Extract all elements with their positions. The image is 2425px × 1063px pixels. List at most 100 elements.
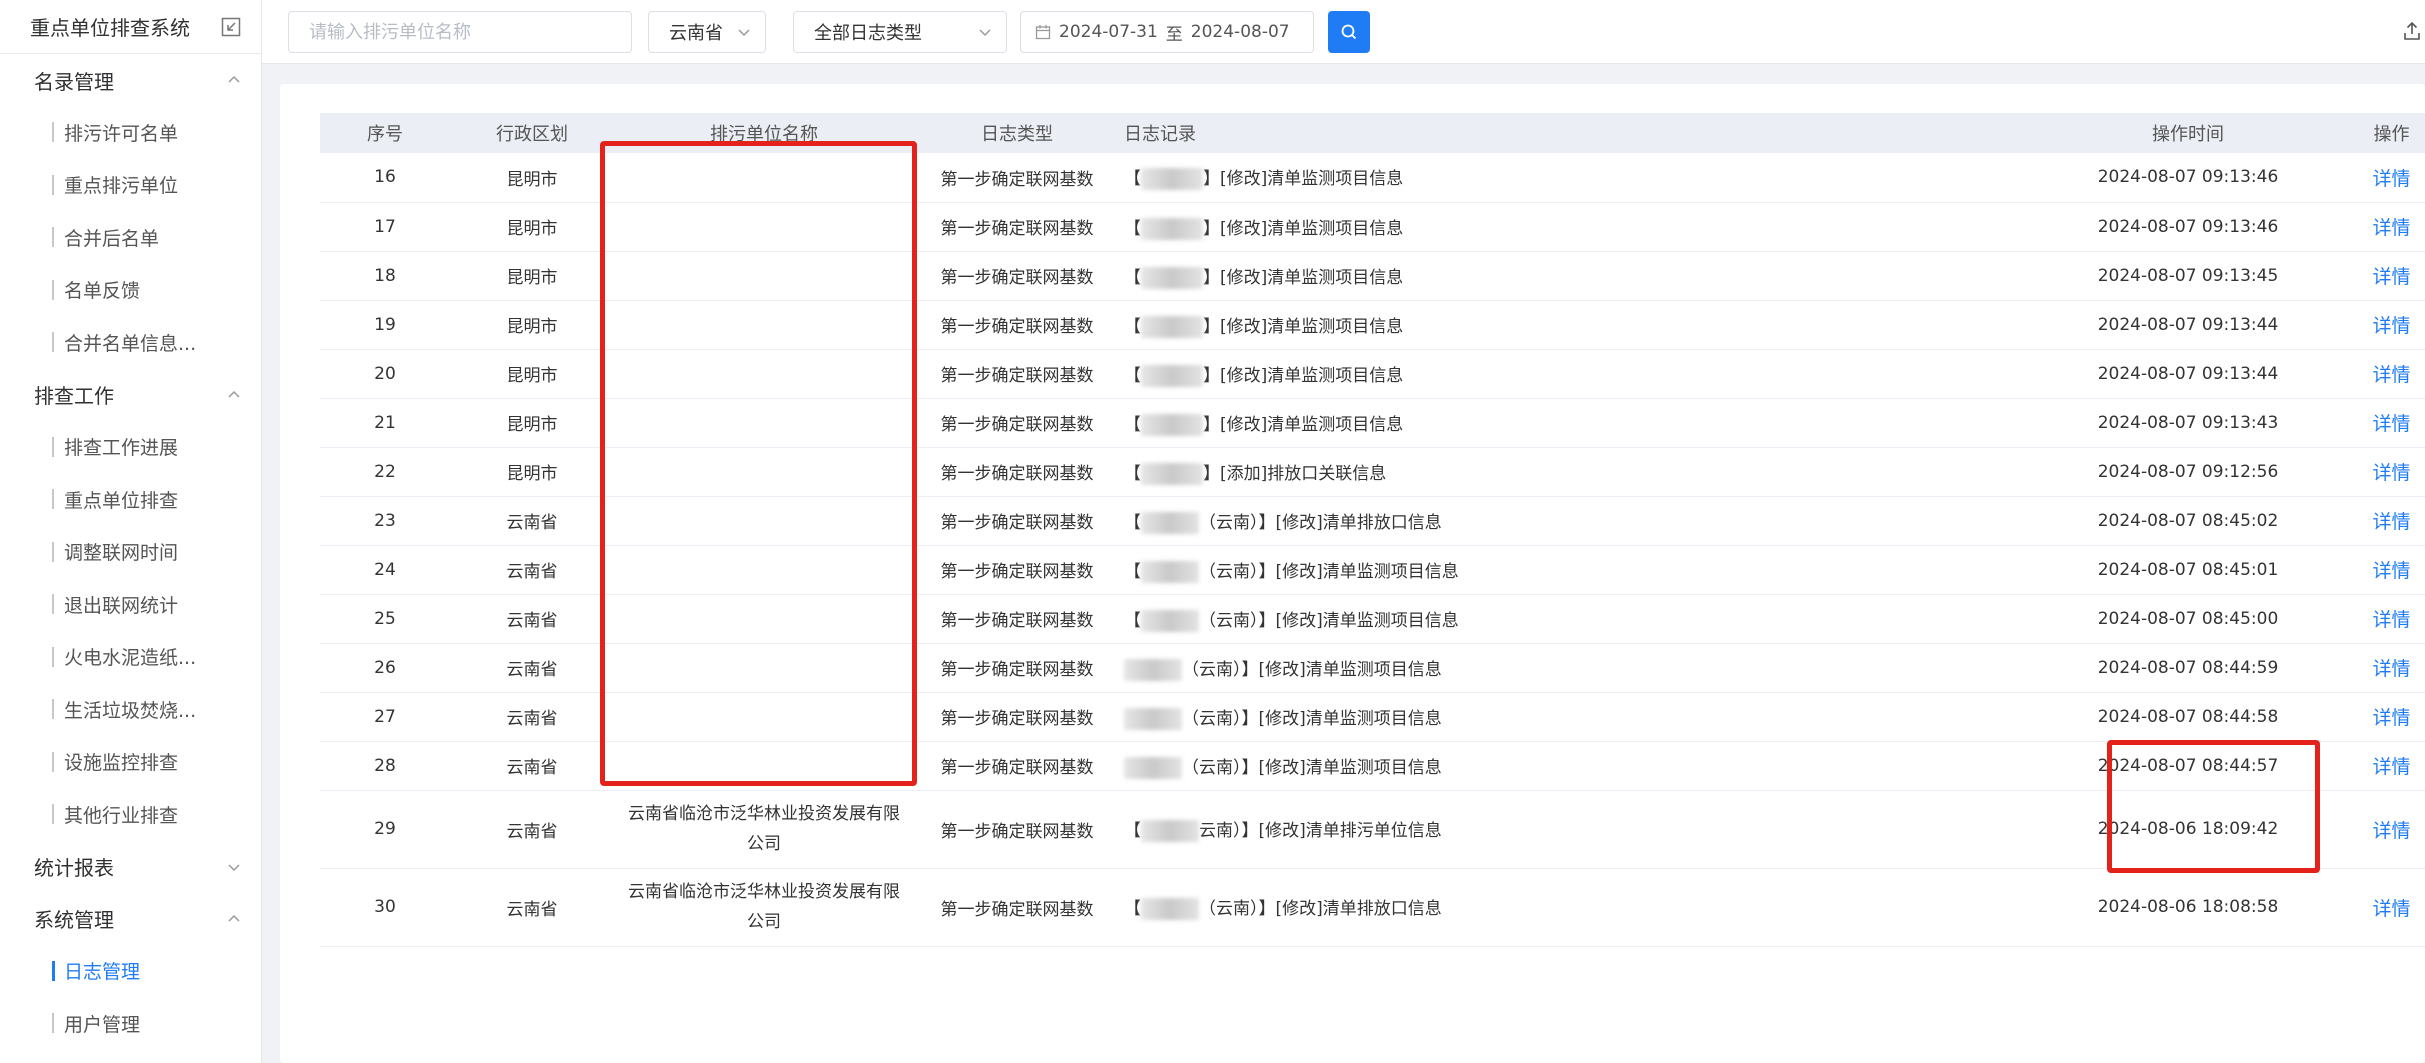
sidebar-item-1-0[interactable]: 排查工作进展	[0, 421, 261, 474]
sidebar-section-0[interactable]: 名录管理	[0, 54, 261, 106]
cell-time: 2024-08-07 08:44:59	[2018, 643, 2358, 693]
log-type-select[interactable]: 全部日志类型	[793, 11, 1007, 53]
log-table: 序号 行政区划 排污单位名称 日志类型 日志记录 操作时间 操作 16 昆明市 第一…	[320, 113, 2425, 947]
record-close: （云南）】	[1182, 708, 1259, 729]
record-suffix: [修改]清单监测项目信息	[1258, 708, 1442, 729]
detail-link[interactable]: 详情	[2372, 609, 2410, 631]
sidebar-item-1-4[interactable]: 火电水泥造纸...	[0, 631, 261, 684]
region-select[interactable]: 云南省	[648, 11, 766, 53]
search-button[interactable]	[1328, 11, 1370, 53]
cell-action: 详情	[2358, 643, 2425, 693]
detail-link[interactable]: 详情	[2372, 560, 2410, 582]
sidebar-item-0-1[interactable]: 重点排污单位	[0, 159, 261, 212]
cell-region: 云南省	[450, 496, 614, 546]
search-icon	[1341, 24, 1357, 40]
table-row: 23 云南省 第一步确定联网基数【 （云南）】[修改]清单排放口信息 2024-08-0…	[320, 496, 2425, 546]
detail-link[interactable]: 详情	[2372, 511, 2410, 533]
record-suffix: [修改]清单排放口信息	[1275, 899, 1442, 919]
chevron-down-icon	[738, 29, 750, 37]
record-suffix: [修改]清单监测项目信息	[1220, 169, 1404, 190]
sidebar-item-1-5[interactable]: 生活垃圾焚烧...	[0, 683, 261, 736]
redacted-text	[1141, 364, 1203, 387]
sidebar-item-0-0[interactable]: 排污许可名单	[0, 106, 261, 159]
cell-log-type: 第一步确定联网基数	[914, 545, 1120, 595]
detail-link[interactable]: 详情	[2372, 364, 2410, 386]
cell-no: 27	[320, 692, 450, 742]
detail-link[interactable]: 详情	[2372, 266, 2410, 288]
record-open: 【	[1124, 169, 1141, 190]
record-open: 【	[1124, 414, 1141, 435]
sidebar-section-3[interactable]: 系统管理	[0, 893, 261, 945]
redacted-text	[1141, 168, 1203, 191]
redacted-text	[1141, 560, 1199, 583]
sidebar-section-1[interactable]: 排查工作	[0, 369, 261, 421]
sidebar: 重点单位排查系统 名录管理 排污许可名单 重点排污单位 合并后名单 名单反馈 合并名单信息…	[0, 0, 262, 1063]
table-row: 18 昆明市 第一步确定联网基数【 】[修改]清单监测项目信息 2024-08-07 0…	[320, 251, 2425, 301]
region-select-value: 云南省	[669, 23, 723, 44]
sidebar-item-3-1[interactable]: 用户管理	[0, 997, 261, 1050]
cell-unit-name	[614, 545, 914, 595]
detail-link[interactable]: 详情	[2372, 168, 2410, 190]
cell-region: 云南省	[450, 692, 614, 742]
detail-link[interactable]: 详情	[2372, 820, 2410, 842]
sidebar-item-1-1[interactable]: 重点单位排查	[0, 473, 261, 526]
table-row: 21 昆明市 第一步确定联网基数【 】[修改]清单监测项目信息 2024-08-07 0…	[320, 398, 2425, 448]
cell-log-record: 【 云南）】[修改]清单排污单位信息	[1120, 790, 2018, 869]
record-open: 【	[1124, 561, 1141, 582]
chevron-down-icon	[979, 29, 991, 37]
cell-time: 2024-08-07 08:44:57	[2018, 741, 2358, 791]
cell-action: 详情	[2358, 349, 2425, 399]
cell-unit-name	[614, 692, 914, 742]
sidebar-item-label: 生活垃圾焚烧...	[64, 699, 197, 722]
redacted-text	[1124, 707, 1182, 730]
cell-region: 昆明市	[450, 447, 614, 497]
detail-link[interactable]: 详情	[2372, 898, 2410, 920]
cell-time: 2024-08-07 09:12:56	[2018, 447, 2358, 497]
sidebar-item-0-3[interactable]: 名单反馈	[0, 264, 261, 317]
record-close: 】	[1203, 218, 1220, 239]
sidebar-section-label: 系统管理	[34, 908, 114, 932]
detail-link[interactable]: 详情	[2372, 658, 2410, 680]
cell-no: 29	[320, 790, 450, 869]
detail-link[interactable]: 详情	[2372, 315, 2410, 337]
cell-time: 2024-08-07 08:44:58	[2018, 692, 2358, 742]
sidebar-item-1-6[interactable]: 设施监控排查	[0, 736, 261, 789]
record-open: 【	[1124, 365, 1141, 386]
record-suffix: [修改]清单监测项目信息	[1275, 610, 1459, 631]
sidebar-section-2[interactable]: 统计报表	[0, 841, 261, 893]
record-open: 【	[1124, 821, 1141, 841]
detail-link[interactable]: 详情	[2372, 707, 2410, 729]
cell-time: 2024-08-07 09:13:45	[2018, 251, 2358, 301]
sidebar-item-0-2[interactable]: 合并后名单	[0, 211, 261, 264]
detail-link[interactable]: 详情	[2372, 462, 2410, 484]
sidebar-item-0-4[interactable]: 合并名单信息...	[0, 316, 261, 369]
cell-log-record: 【 】[修改]清单监测项目信息	[1120, 251, 2018, 301]
cell-log-type: 第一步确定联网基数	[914, 349, 1120, 399]
cell-time: 2024-08-07 09:13:43	[2018, 398, 2358, 448]
collapse-window-icon[interactable]	[221, 17, 241, 37]
upload-icon[interactable]	[2403, 20, 2421, 42]
cell-time: 2024-08-07 09:13:44	[2018, 300, 2358, 350]
sidebar-item-1-3[interactable]: 退出联网统计	[0, 578, 261, 631]
detail-link[interactable]: 详情	[2372, 217, 2410, 239]
sidebar-item-3-0[interactable]: 日志管理	[0, 945, 261, 998]
cell-no: 17	[320, 202, 450, 252]
cell-region: 云南省	[450, 741, 614, 791]
cell-unit-name	[614, 594, 914, 644]
redacted-text	[1141, 609, 1199, 632]
table-row: 27 云南省 第一步确定联网基数 （云南）】[修改]清单监测项目信息 2024-08-0…	[320, 692, 2425, 742]
cell-log-record: （云南）】[修改]清单监测项目信息	[1120, 741, 2018, 791]
date-range-picker[interactable]: 2024-07-31 至 2024-08-07	[1020, 11, 1314, 53]
cell-log-record: 【 （云南）】[修改]清单监测项目信息	[1120, 545, 2018, 595]
sidebar-section-label: 排查工作	[34, 384, 114, 408]
detail-link[interactable]: 详情	[2372, 756, 2410, 778]
cell-no: 25	[320, 594, 450, 644]
sidebar-item-1-2[interactable]: 调整联网时间	[0, 526, 261, 579]
sidebar-item-1-7[interactable]: 其他行业排查	[0, 788, 261, 841]
calendar-icon	[1035, 25, 1051, 40]
cell-region: 云南省	[450, 790, 614, 869]
unit-name-search-input[interactable]	[288, 11, 632, 53]
cell-log-type: 第一步确定联网基数	[914, 643, 1120, 693]
col-header-region: 行政区划	[496, 124, 568, 145]
detail-link[interactable]: 详情	[2372, 413, 2410, 435]
